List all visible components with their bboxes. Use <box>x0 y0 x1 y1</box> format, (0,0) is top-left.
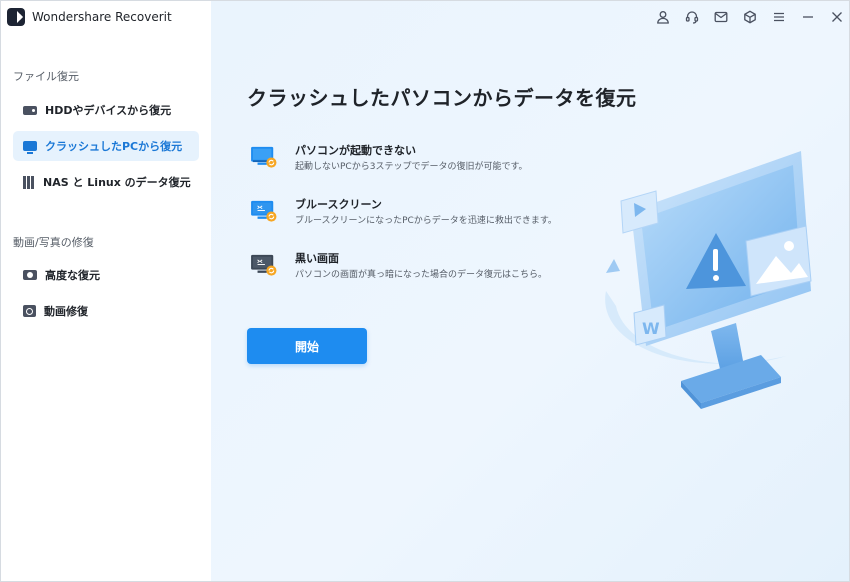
start-button[interactable]: 開始 <box>247 328 367 364</box>
box-icon[interactable] <box>742 9 758 25</box>
sidebar-item-advanced-recovery[interactable]: 高度な復元 <box>13 260 199 290</box>
support-headset-icon[interactable] <box>684 9 700 25</box>
pc-icon <box>23 141 37 154</box>
black-screen-icon <box>251 254 277 276</box>
sidebar-item-label: 高度な復元 <box>45 269 100 282</box>
video-repair-icon <box>23 305 36 317</box>
svg-text:W: W <box>642 319 660 338</box>
app-window: Wondershare Recoverit ファイル復元 HDDやデバイスから復… <box>0 0 850 582</box>
option-description: パソコンの画面が真っ暗になった場合のデータ復元はこちら。 <box>295 270 548 280</box>
hdd-icon <box>23 105 37 115</box>
mail-icon[interactable] <box>713 9 729 25</box>
option-black-screen[interactable]: 黒い画面 パソコンの画面が真っ暗になった場合のデータ復元はこちら。 <box>249 248 549 284</box>
option-title: ブルースクリーン <box>295 198 382 211</box>
page-title: クラッシュしたパソコンからデータを復元 <box>247 86 637 110</box>
window-toolbar <box>655 7 845 27</box>
close-icon[interactable] <box>829 9 845 25</box>
sidebar-item-label: HDDやデバイスから復元 <box>45 104 172 117</box>
sidebar: Wondershare Recoverit ファイル復元 HDDやデバイスから復… <box>1 1 211 581</box>
pc-boot-failure-icon <box>251 146 277 168</box>
app-title-bar: Wondershare Recoverit <box>7 7 172 27</box>
recoverit-logo-icon <box>7 8 25 26</box>
minimize-icon[interactable] <box>800 9 816 25</box>
sidebar-item-nas-linux-recovery[interactable]: NAS と Linux のデータ復元 <box>13 167 199 197</box>
option-blue-screen[interactable]: ブルースクリーン ブルースクリーンになったPCからデータを迅速に救出できます。 <box>249 194 557 230</box>
option-description: 起動しないPCから3ステップでデータの復旧が可能です。 <box>295 162 528 172</box>
sidebar-item-label: NAS と Linux のデータ復元 <box>43 176 191 189</box>
account-icon[interactable] <box>655 9 671 25</box>
sidebar-item-video-repair[interactable]: 動画修復 <box>13 296 199 326</box>
option-description: ブルースクリーンになったPCからデータを迅速に救出できます。 <box>295 216 557 226</box>
crashed-monitor-illustration: W <box>605 151 812 409</box>
sidebar-item-label: クラッシュしたPCから復元 <box>45 140 183 153</box>
app-title: Wondershare Recoverit <box>32 10 172 24</box>
sidebar-item-hdd-recovery[interactable]: HDDやデバイスから復元 <box>13 95 199 125</box>
sidebar-item-crashed-pc-recovery[interactable]: クラッシュしたPCから復元 <box>13 131 199 161</box>
option-title: 黒い画面 <box>295 252 339 265</box>
camera-icon <box>23 270 37 280</box>
section-label-media-repair: 動画/写真の修復 <box>13 236 94 249</box>
option-title: パソコンが起動できない <box>295 144 416 157</box>
blue-screen-icon <box>251 200 277 222</box>
nas-icon <box>23 175 35 189</box>
menu-icon[interactable] <box>771 9 787 25</box>
main-panel: クラッシュしたパソコンからデータを復元 パソコンが起動できない 起動しないPCか… <box>211 1 849 581</box>
section-label-file-recovery: ファイル復元 <box>13 70 79 83</box>
option-pc-wont-boot[interactable]: パソコンが起動できない 起動しないPCから3ステップでデータの復旧が可能です。 <box>249 140 549 176</box>
sidebar-item-label: 動画修復 <box>44 305 88 318</box>
